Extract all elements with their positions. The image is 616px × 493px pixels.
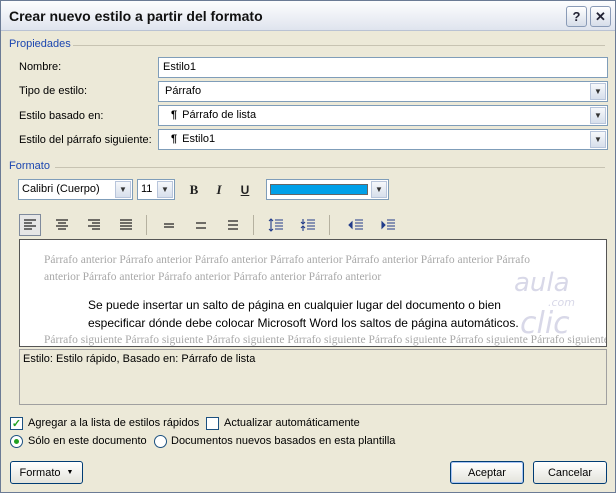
decrease-indent-icon[interactable] — [345, 214, 367, 236]
font-value: Calibri (Cuerpo) — [22, 183, 100, 195]
agregar-label[interactable]: Agregar a la lista de estilos rápidos — [28, 417, 199, 429]
preview-main-line-2: especificar dónde debe colocar Microsoft… — [88, 316, 519, 330]
single-spacing-icon[interactable] — [158, 214, 180, 236]
formato-button[interactable]: Formato ▼ — [10, 461, 83, 484]
solo-documento-radio[interactable] — [10, 435, 23, 448]
basado-select[interactable]: ¶ Párrafo de lista ▼ — [158, 105, 608, 126]
one-half-spacing-icon[interactable] — [190, 214, 212, 236]
chevron-down-icon[interactable]: ▼ — [115, 181, 131, 198]
font-select[interactable]: Calibri (Cuerpo) ▼ — [18, 179, 133, 200]
font-color-swatch — [270, 184, 368, 195]
style-preview: Párrafo anterior Párrafo anterior Párraf… — [19, 239, 607, 347]
formato-group-label: Formato — [9, 160, 50, 172]
italic-button[interactable]: I — [208, 179, 230, 201]
siguiente-select[interactable]: ¶ Estilo1 ▼ — [158, 129, 608, 150]
propiedades-divider — [73, 45, 605, 46]
basado-value: ¶ Párrafo de lista — [171, 109, 256, 121]
preview-previous-line-2: anterior Párrafo anterior Párrafo anteri… — [44, 271, 382, 283]
preview-previous-line-1: Párrafo anterior Párrafo anterior Párraf… — [44, 254, 530, 266]
font-color-select[interactable]: ▼ — [266, 179, 389, 200]
tipo-label: Tipo de estilo: — [19, 85, 88, 97]
underline-button[interactable]: U — [234, 179, 256, 201]
siguiente-value: ¶ Estilo1 — [171, 133, 215, 145]
pilcrow-icon: ¶ — [171, 133, 178, 145]
actualizar-checkbox[interactable] — [206, 417, 219, 430]
justify-icon[interactable] — [115, 214, 137, 236]
tipo-value: Párrafo — [165, 85, 202, 97]
nombre-input[interactable]: Estilo1 — [158, 57, 608, 78]
help-button[interactable]: ? — [566, 6, 587, 27]
cancelar-button[interactable]: Cancelar — [533, 461, 607, 484]
basado-value-text: Párrafo de lista — [182, 109, 257, 121]
title-bar: Crear nuevo estilo a partir del formato … — [1, 1, 615, 31]
decrease-spacing-before-icon[interactable] — [297, 214, 319, 236]
toolbar-separator — [329, 215, 330, 235]
increase-spacing-before-icon[interactable] — [265, 214, 287, 236]
formato-divider — [55, 167, 605, 168]
preview-next-line: Párrafo siguiente Párrafo siguiente Párr… — [44, 334, 607, 346]
style-description: Estilo: Estilo rápido, Basado en: Párraf… — [19, 349, 607, 405]
close-button[interactable]: ✕ — [590, 6, 611, 27]
align-left-icon[interactable] — [19, 214, 41, 236]
chevron-down-icon[interactable]: ▼ — [590, 83, 606, 100]
dialog-window: Crear nuevo estilo a partir del formato … — [0, 0, 616, 493]
nombre-label: Nombre: — [19, 61, 62, 73]
watermark-aula: aula — [514, 268, 570, 298]
formato-button-label: Formato — [19, 466, 61, 479]
chevron-down-icon[interactable]: ▼ — [590, 131, 606, 148]
toolbar-separator — [253, 215, 254, 235]
chevron-down-icon: ▼ — [66, 469, 74, 476]
preview-paragraph: Se puede insertar un salto de página en … — [88, 296, 558, 332]
agregar-checkbox[interactable]: ✓ — [10, 417, 23, 430]
chevron-down-icon[interactable]: ▼ — [371, 181, 387, 198]
double-spacing-icon[interactable] — [222, 214, 244, 236]
pilcrow-icon: ¶ — [171, 109, 178, 121]
align-center-icon[interactable] — [51, 214, 73, 236]
basado-label: Estilo basado en: — [19, 110, 104, 122]
tipo-select[interactable]: Párrafo ▼ — [158, 81, 608, 102]
solo-documento-label[interactable]: Sólo en este documento — [28, 435, 147, 447]
chevron-down-icon[interactable]: ▼ — [590, 107, 606, 124]
actualizar-label[interactable]: Actualizar automáticamente — [224, 417, 360, 429]
chevron-down-icon[interactable]: ▼ — [157, 181, 173, 198]
aceptar-button[interactable]: Aceptar — [450, 461, 524, 484]
increase-indent-icon[interactable] — [377, 214, 399, 236]
siguiente-label: Estilo del párrafo siguiente: — [19, 134, 152, 146]
dialog-title: Crear nuevo estilo a partir del formato — [9, 8, 263, 24]
propiedades-group-label: Propiedades — [9, 38, 71, 50]
nuevos-documentos-radio[interactable] — [154, 435, 167, 448]
font-size-value: 11 — [141, 183, 153, 195]
font-size-select[interactable]: 11 ▼ — [137, 179, 175, 200]
preview-main-line-1: Se puede insertar un salto de página en … — [88, 298, 501, 312]
siguiente-value-text: Estilo1 — [182, 133, 216, 145]
nuevos-documentos-label[interactable]: Documentos nuevos basados en esta planti… — [171, 435, 395, 447]
bold-button[interactable]: B — [183, 179, 205, 201]
align-right-icon[interactable] — [83, 214, 105, 236]
toolbar-separator — [146, 215, 147, 235]
